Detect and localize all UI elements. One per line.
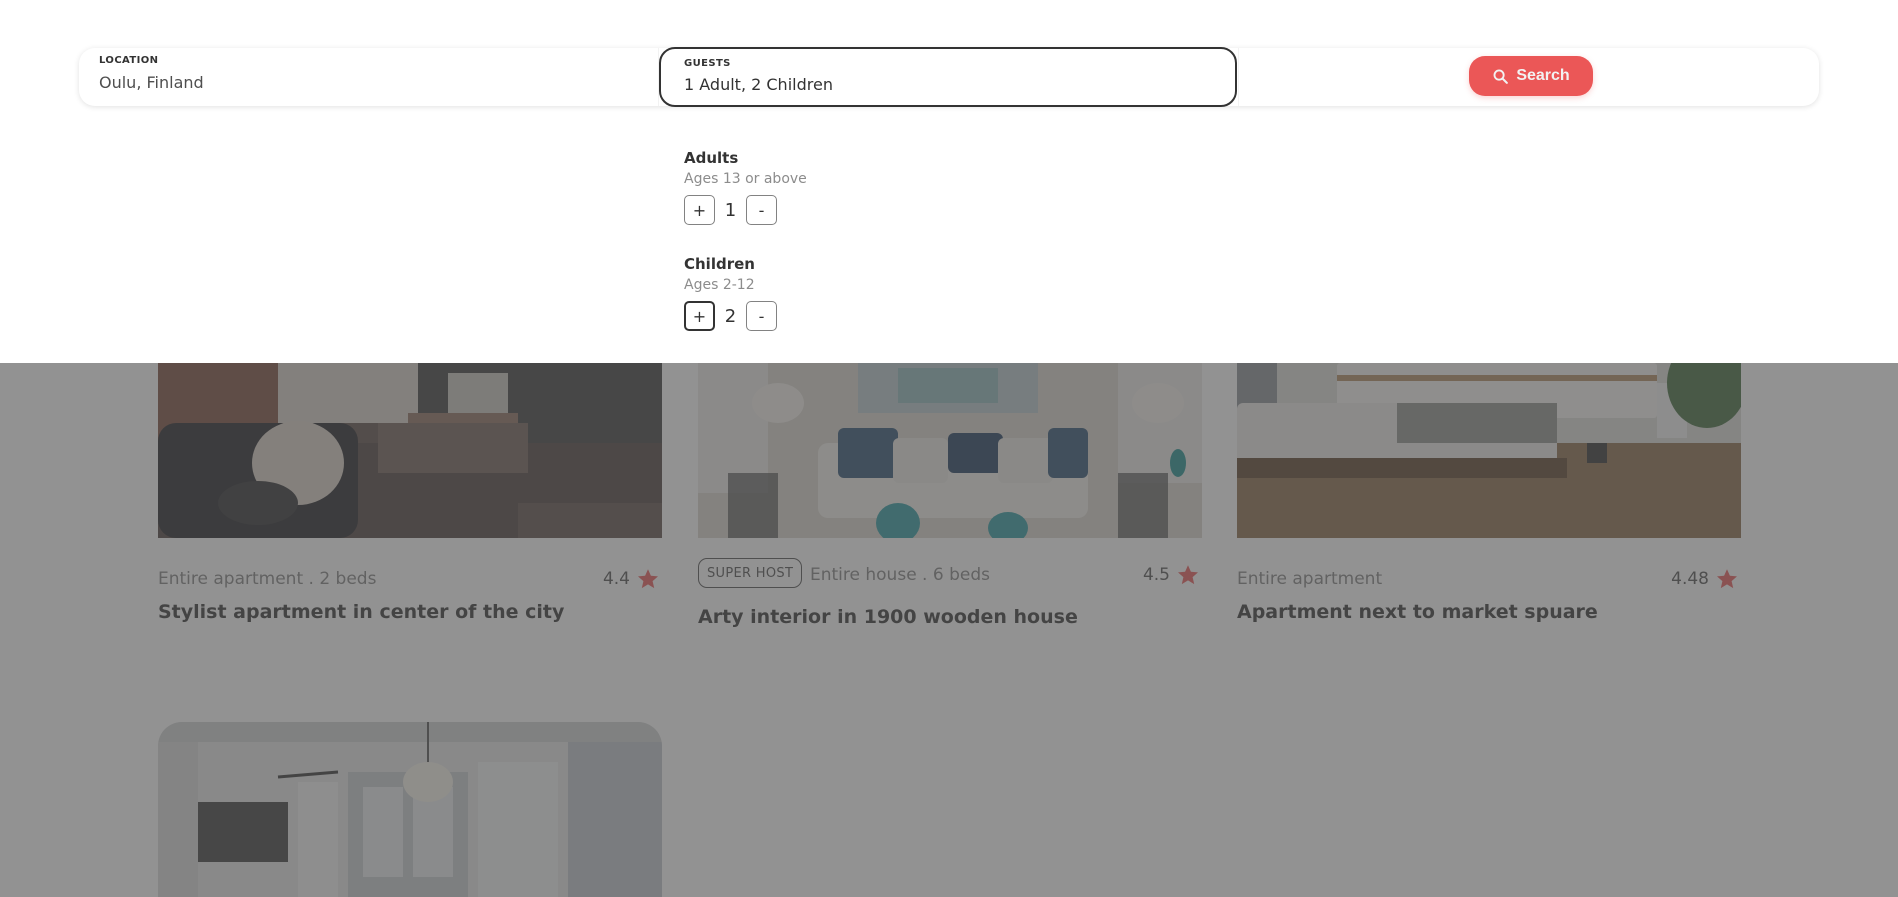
children-increment-button[interactable]: + — [684, 301, 715, 331]
field-divider — [1238, 48, 1239, 106]
listing-photo[interactable] — [1237, 363, 1741, 568]
great-room-photo — [158, 722, 662, 897]
children-title: Children — [684, 255, 755, 273]
children-subtitle: Ages 2-12 — [684, 277, 755, 293]
listing-photo[interactable] — [698, 363, 1202, 568]
adults-count: 1 — [724, 199, 737, 221]
listing-type: Entire apartment . 2 beds — [158, 569, 377, 589]
search-bar: LOCATION Oulu, Finland GUESTS 1 Adult, 2… — [79, 47, 1819, 107]
listing-title[interactable]: Apartment next to market spuare — [1237, 601, 1598, 623]
listing-meta: Entire apartment 4.48 — [1237, 562, 1741, 596]
sofa-photo — [698, 363, 1202, 544]
rating-value: 4.48 — [1671, 569, 1709, 589]
star-icon — [638, 569, 658, 589]
children-stepper: + 2 - — [684, 301, 904, 331]
children-count: 2 — [724, 305, 737, 327]
search-button[interactable]: Search — [1469, 56, 1593, 96]
guests-value[interactable]: 1 Adult, 2 Children — [684, 75, 833, 94]
star-icon — [1717, 569, 1737, 589]
listing-meta: Entire apartment . 2 beds 4.4 — [158, 562, 662, 596]
listing-photo[interactable] — [158, 363, 662, 568]
children-group: Children Ages 2-12 + 2 - — [684, 255, 904, 361]
adults-group: Adults Ages 13 or above + 1 - — [684, 149, 904, 255]
listing-rating: 4.5 — [1143, 563, 1200, 587]
listing-type: Entire house . 6 beds — [810, 565, 990, 585]
adults-increment-button[interactable]: + — [684, 195, 715, 225]
living-room-photo — [158, 363, 662, 538]
location-value[interactable]: Oulu, Finland — [99, 73, 204, 92]
adults-subtitle: Ages 13 or above — [684, 171, 807, 187]
listing-title[interactable]: Stylist apartment in center of the city — [158, 601, 564, 623]
guests-label: GUESTS — [684, 58, 731, 69]
star-icon — [1178, 565, 1198, 585]
listing-photo[interactable] — [158, 722, 662, 897]
listing-type: Entire apartment — [1237, 569, 1383, 589]
listing-meta: SUPER HOST Entire house . 6 beds 4.5 — [698, 558, 1202, 592]
guests-field[interactable]: GUESTS 1 Adult, 2 Children — [659, 47, 1237, 107]
search-drawer: LOCATION Oulu, Finland GUESTS 1 Adult, 2… — [0, 0, 1898, 363]
listing-rating: 4.48 — [1671, 567, 1739, 591]
location-label: LOCATION — [99, 55, 159, 66]
search-button-label: Search — [1516, 67, 1570, 84]
adults-decrement-button[interactable]: - — [746, 195, 777, 225]
guests-dropdown: Adults Ages 13 or above + 1 - Children A… — [684, 149, 904, 361]
adults-title: Adults — [684, 149, 739, 167]
children-decrement-button[interactable]: - — [746, 301, 777, 331]
adults-stepper: + 1 - — [684, 195, 904, 225]
superhost-badge: SUPER HOST — [698, 558, 803, 588]
bedroom-photo — [1237, 363, 1741, 538]
rating-value: 4.4 — [602, 569, 630, 589]
listing-title[interactable]: Arty interior in 1900 wooden house — [698, 606, 1078, 628]
location-field[interactable]: LOCATION Oulu, Finland — [79, 48, 659, 106]
search-icon — [1493, 69, 1509, 84]
listing-rating: 4.4 — [603, 567, 660, 591]
rating-value: 4.5 — [1142, 565, 1170, 585]
